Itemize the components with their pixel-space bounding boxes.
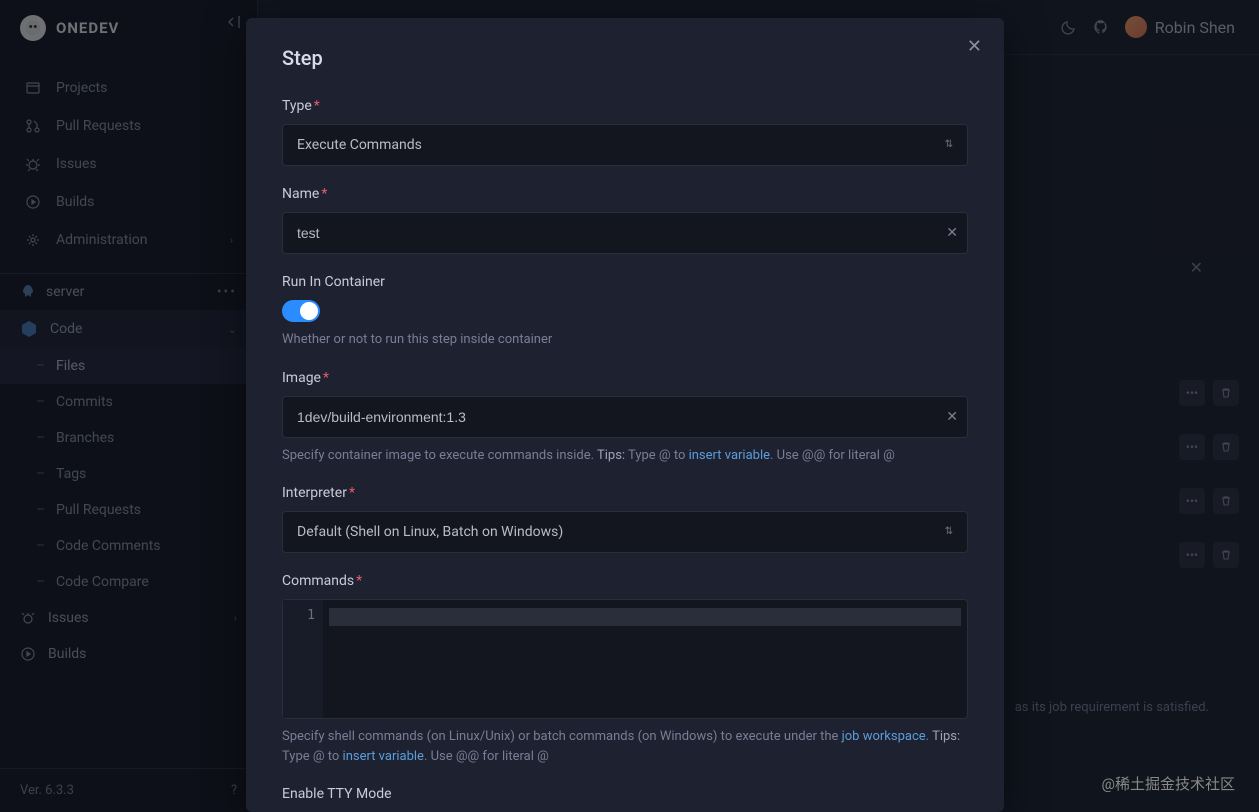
commands-editor[interactable]: 1 [282, 599, 968, 719]
select-caret-icon: ⇅ [945, 140, 953, 150]
close-button[interactable]: ✕ [967, 36, 982, 57]
type-select[interactable]: Execute Commands ⇅ [282, 124, 968, 166]
clear-icon[interactable]: ✕ [946, 225, 958, 241]
run-in-container-toggle[interactable] [282, 300, 320, 322]
run-in-container-label: Run In Container [282, 274, 968, 290]
image-label: Image* [282, 370, 968, 386]
type-label: Type* [282, 98, 968, 114]
editor-gutter: 1 [283, 600, 323, 718]
step-modal: ✕ Step Type* Execute Commands ⇅ Name* ✕ … [246, 18, 1004, 812]
clear-icon[interactable]: ✕ [946, 409, 958, 425]
select-caret-icon: ⇅ [945, 527, 953, 537]
tty-label: Enable TTY Mode [282, 786, 968, 802]
name-label: Name* [282, 186, 968, 202]
hint-text: Specify shell commands (on Linux/Unix) o… [282, 727, 968, 766]
insert-variable-link[interactable]: insert variable [689, 448, 770, 463]
hint-text: Specify container image to execute comma… [282, 446, 968, 466]
modal-title: Step [282, 46, 968, 70]
watermark: @稀土掘金技术社区 [1102, 773, 1235, 794]
commands-label: Commands* [282, 573, 968, 589]
image-input[interactable] [282, 396, 968, 438]
interpreter-label: Interpreter* [282, 485, 968, 501]
editor-area[interactable] [323, 600, 967, 718]
job-workspace-link[interactable]: job workspace [842, 729, 926, 744]
interpreter-select[interactable]: Default (Shell on Linux, Batch on Window… [282, 511, 968, 553]
hint-text: Whether or not to run this step inside c… [282, 330, 968, 350]
name-input[interactable] [282, 212, 968, 254]
insert-variable-link[interactable]: insert variable [343, 749, 424, 764]
